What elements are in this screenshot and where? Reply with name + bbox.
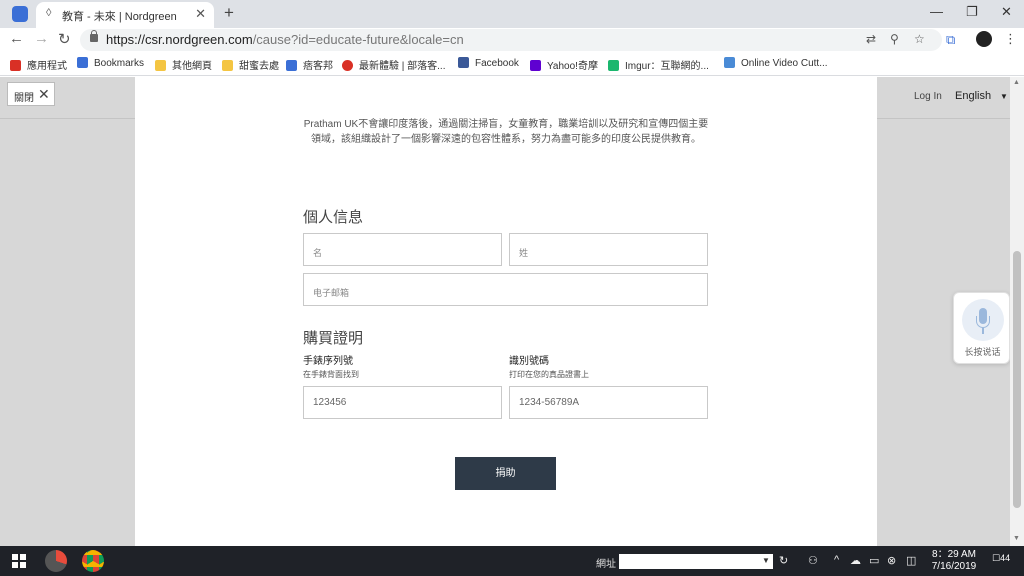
scroll-thumb[interactable] [1013, 251, 1021, 508]
serial-number-label: 手錶序列號 [303, 356, 353, 367]
email-field[interactable]: 电子邮箱 [303, 273, 708, 306]
cause-description: Pratham UK不會讓印度落後，通過關注掃盲，女童教育，職業培訓以及研究和宣… [303, 119, 709, 145]
chrome-taskbar-icon[interactable] [82, 550, 104, 572]
last-name-field[interactable]: 姓 [509, 233, 708, 266]
bookmark-bookmarks[interactable]: Bookmarks [77, 57, 144, 69]
bookmark-folder-sweet[interactable]: 甜蜜去處 [222, 57, 279, 72]
address-toolbar-input[interactable] [619, 554, 773, 569]
bookmark-experience[interactable]: 最新體驗 | 部落客... [342, 57, 446, 72]
pixnet-icon [286, 60, 297, 71]
address-toolbar-label: 網址 [596, 559, 616, 570]
facebook-icon [458, 57, 469, 68]
donation-form-panel: Pratham UK不會讓印度落後，通過關注掃盲，女童教育，職業培訓以及研究和宣… [135, 77, 877, 546]
bookmark-video-cutter[interactable]: Online Video Cutt... [724, 57, 828, 69]
yahoo-icon [530, 60, 541, 71]
folder-icon [222, 60, 233, 71]
reload-icon[interactable]: ↻ [58, 30, 71, 48]
app-icon[interactable] [12, 6, 28, 22]
system-clock[interactable]: 8：29 AM 7/16/2019 [928, 549, 980, 573]
bookmarks-bar: 應用程式 Bookmarks 其他網頁 甜蜜去處 痞客邦 最新體驗 | 部落客.… [0, 52, 1024, 76]
network-icon[interactable]: ⊗ [887, 554, 896, 567]
login-link[interactable]: Log In [914, 91, 942, 102]
id-number-field[interactable]: 1234-56789A [509, 386, 708, 419]
restore-icon[interactable]: ❐ [966, 4, 978, 20]
browser-toolbar: ← → ↻ https://csr.nordgreen.com/cause?id… [0, 28, 1024, 52]
voice-input-label: 长按说话 [964, 347, 1001, 357]
close-button[interactable]: 關閉 ✕ [7, 82, 55, 106]
imgur-icon [608, 60, 619, 71]
notification-center-icon[interactable]: ☐44 [992, 553, 1010, 564]
close-label: 關閉 [14, 93, 34, 104]
windows-start-icon[interactable] [12, 554, 26, 568]
serial-number-field[interactable]: 123456 [303, 386, 502, 419]
onedrive-icon[interactable]: ☁ [850, 554, 861, 567]
page-scrollbar[interactable]: ▲ ▼ [1010, 77, 1024, 546]
extension-icon[interactable]: ⧉ [946, 32, 955, 48]
zoom-icon[interactable]: ⚲ [890, 32, 899, 46]
caret-down-icon[interactable]: ▼ [1000, 92, 1008, 101]
scroll-down-icon[interactable]: ▼ [1013, 535, 1020, 542]
address-bar[interactable]: https://csr.nordgreen.com/cause?id=educa… [80, 29, 942, 51]
personal-info-title: 個人信息 [303, 209, 364, 226]
bookmark-apps[interactable]: 應用程式 [10, 57, 67, 72]
serial-number-hint: 在手錶背面找到 [303, 370, 359, 379]
translate-icon[interactable]: ⇄ [866, 32, 876, 46]
star-icon [77, 57, 88, 68]
battery-icon[interactable]: ▭ [869, 554, 879, 567]
language-select[interactable]: English [955, 90, 991, 102]
first-name-field[interactable]: 名 [303, 233, 502, 266]
close-tab-icon[interactable]: ✕ [195, 6, 206, 22]
people-icon[interactable]: ⚇ [808, 554, 818, 567]
bookmark-imgur[interactable]: Imgur：互聯網的... [608, 57, 709, 72]
apps-grid-icon [10, 60, 21, 71]
bookmark-yahoo[interactable]: Yahoo!奇摩 [530, 57, 598, 72]
notification-count: 44 [1000, 553, 1011, 563]
page-favicon-icon: ◊ [46, 7, 52, 19]
lock-icon [90, 30, 98, 42]
back-icon[interactable]: ← [9, 30, 24, 47]
folder-icon [155, 60, 166, 71]
minimize-icon[interactable]: — [930, 4, 943, 19]
app-taskbar-icon[interactable] [45, 550, 67, 572]
id-number-label: 識別號碼 [509, 356, 549, 367]
tab-strip: ◊ 教育 - 未來 | Nordgreen ✕ + — ❐ ✕ [0, 0, 1024, 28]
volume-icon[interactable]: ◫ [906, 554, 916, 567]
voice-input-widget[interactable]: 长按说话 [953, 292, 1010, 364]
bookmark-pixnet[interactable]: 痞客邦 [286, 57, 333, 72]
new-tab-icon[interactable]: + [224, 3, 234, 23]
chevron-down-icon[interactable]: ▼ [762, 556, 770, 565]
donate-button[interactable]: 捐助 [455, 457, 556, 490]
close-icon: ✕ [38, 86, 50, 102]
close-window-icon[interactable]: ✕ [1001, 4, 1012, 20]
id-number-hint: 打印在您的真品證書上 [509, 370, 589, 379]
microphone-icon [962, 299, 1004, 341]
video-cutter-icon [724, 57, 735, 68]
scroll-up-icon[interactable]: ▲ [1013, 79, 1020, 86]
bookmark-star-icon[interactable]: ☆ [914, 32, 925, 46]
forward-icon[interactable]: → [34, 30, 49, 47]
url-text[interactable]: https://csr.nordgreen.com/cause?id=educa… [106, 32, 464, 47]
tab-title: 教育 - 未來 | Nordgreen [62, 11, 177, 23]
profile-avatar[interactable] [976, 31, 992, 47]
refresh-icon[interactable]: ↻ [779, 554, 788, 567]
windows-taskbar: 網址 ▼ ↻ ⚇ ^ ☁ ▭ ⊗ ◫ 8：29 AM 7/16/2019 ☐44 [0, 546, 1024, 576]
menu-icon[interactable]: ⋮ [1004, 31, 1017, 47]
bookmark-facebook[interactable]: Facebook [458, 57, 519, 69]
page-viewport: 關閉 ✕ Log In English ▼ Pratham UK不會讓印度落後，… [0, 77, 1010, 546]
heart-icon [342, 60, 353, 71]
tray-chevron-up-icon[interactable]: ^ [834, 554, 839, 566]
bookmark-folder-other[interactable]: 其他網頁 [155, 57, 212, 72]
proof-of-purchase-title: 購買證明 [303, 330, 364, 347]
browser-tab[interactable]: ◊ 教育 - 未來 | Nordgreen ✕ [36, 2, 214, 28]
